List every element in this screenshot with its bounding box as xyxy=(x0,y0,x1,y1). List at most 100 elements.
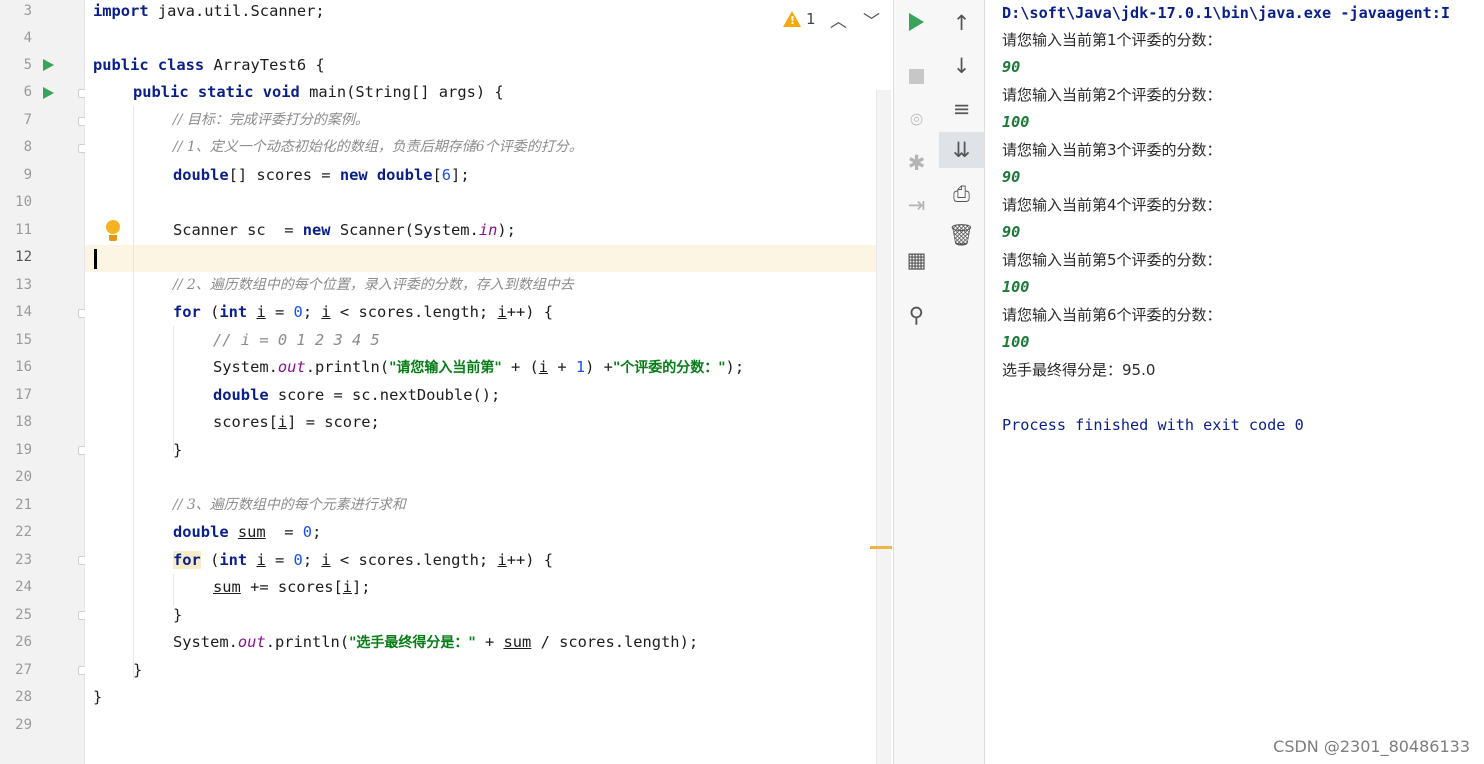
code-line-15: // i = 0 1 2 3 4 5 xyxy=(213,331,380,349)
run-toolbar-left: ⌾ ✱ ⇥ ▦ ⚲ xyxy=(893,0,940,764)
previous-highlight-icon[interactable]: ︿ xyxy=(830,7,847,32)
down-arrow-icon[interactable]: ↓ xyxy=(939,48,984,84)
code-token: in xyxy=(478,221,498,239)
line-number: 12 xyxy=(15,249,32,265)
code-token: int xyxy=(219,303,248,321)
trash-icon[interactable]: 🗑 xyxy=(939,217,984,253)
code-token: ( xyxy=(200,551,220,569)
code-token: public static void xyxy=(133,83,300,101)
code-token: ); xyxy=(725,358,745,376)
line-number: 15 xyxy=(15,332,32,348)
line-number: 19 xyxy=(15,442,32,458)
code-editor[interactable]: import java.util.Scanner; public class A… xyxy=(85,0,891,764)
code-token: += scores[ xyxy=(240,578,343,596)
code-token: ; xyxy=(302,303,322,321)
line-number: 13 xyxy=(15,277,32,293)
scroll-to-end-icon[interactable]: ⇊ xyxy=(939,132,984,168)
lightbulb-icon[interactable] xyxy=(106,220,120,234)
code-line-8: // 1、定义一个动态初始化的数组，负责后期存储6个评委的打分。 xyxy=(173,139,583,155)
code-line-23: for (int i = 0; i < scores.length; i++) … xyxy=(173,547,553,574)
code-line-13: // 2、遍历数组中的每个位置，录入评委的分数，存入到数组中去 xyxy=(173,277,574,293)
console-prompt: 请您输入当前第5个评委的分数： xyxy=(1002,251,1222,269)
code-token: ] = score; xyxy=(287,413,380,431)
code-token: i xyxy=(256,551,266,569)
code-token: .println( xyxy=(265,633,350,651)
code-token: System. xyxy=(173,633,238,651)
console-prompt: 请您输入当前第6个评委的分数： xyxy=(1002,306,1222,324)
play-icon xyxy=(909,13,924,31)
line-number: 5 xyxy=(23,57,32,73)
soft-wrap-icon[interactable]: ≡ xyxy=(939,91,984,127)
code-token: i xyxy=(321,551,331,569)
code-token: ( xyxy=(200,303,220,321)
code-line-6: public static void main(String[] args) { xyxy=(133,79,504,106)
line-number: 28 xyxy=(15,689,32,705)
code-line-17: double score = sc.nextDouble(); xyxy=(213,382,500,409)
code-token: i xyxy=(497,303,507,321)
pin-icon[interactable]: ⚲ xyxy=(894,297,939,333)
indent-guide xyxy=(133,106,134,680)
code-line-19: } xyxy=(173,441,183,459)
editor-gutter: 3 4 5 6 7 8 9 10 11 12 13 14 15 16 17 18… xyxy=(0,0,87,764)
indent-guide xyxy=(173,326,174,452)
next-highlight-icon[interactable]: ﹀ xyxy=(863,7,880,32)
code-token: i xyxy=(277,413,288,431)
line-number: 27 xyxy=(15,662,32,678)
code-token: [] scores = xyxy=(228,166,340,184)
code-token: < scores.length; xyxy=(330,551,498,569)
rerun-icon[interactable] xyxy=(894,4,939,40)
code-token: + ( xyxy=(501,358,539,376)
code-token: 0 xyxy=(302,523,313,541)
code-token: new double xyxy=(339,166,433,184)
run-console[interactable]: D:\soft\Java\jdk-17.0.1\bin\java.exe -ja… xyxy=(985,0,1484,764)
stop-square-icon xyxy=(909,68,924,84)
print-icon[interactable]: ⎙ xyxy=(939,176,984,212)
debug-icon[interactable]: ✱ xyxy=(894,145,939,181)
line-number: 8 xyxy=(23,139,32,155)
editor-scrollbar[interactable] xyxy=(876,90,891,764)
text-caret xyxy=(94,249,97,269)
run-main-icon[interactable] xyxy=(43,87,54,99)
code-token: i xyxy=(342,578,353,596)
console-input: 100 xyxy=(1002,278,1030,296)
stop-icon[interactable] xyxy=(894,58,939,94)
console-input: 100 xyxy=(1002,113,1030,131)
line-number: 14 xyxy=(15,304,32,320)
code-token: scores[ xyxy=(213,413,278,431)
code-token: sum xyxy=(503,633,532,651)
line-number: 4 xyxy=(23,30,32,46)
code-token: sum xyxy=(237,523,266,541)
code-line-11: Scanner sc = new Scanner(System.in); xyxy=(173,217,516,244)
code-token: 0 xyxy=(293,303,303,321)
warning-count[interactable]: 1 xyxy=(806,10,816,28)
exit-icon[interactable]: ⇥ xyxy=(894,187,939,223)
code-token: 1 xyxy=(575,358,586,376)
line-number: 20 xyxy=(15,469,32,485)
code-line-24: sum += scores[i]; xyxy=(213,574,371,601)
scrollbar-marker[interactable] xyxy=(870,546,892,549)
code-token: ArrayTest6 { xyxy=(204,56,325,74)
code-token: out xyxy=(277,358,306,376)
run-class-icon[interactable] xyxy=(43,59,54,71)
camera-icon[interactable]: ⌾ xyxy=(894,102,939,138)
code-token: [ xyxy=(432,166,442,184)
code-token: public class xyxy=(93,56,205,74)
code-token: ); xyxy=(497,221,516,239)
code-token: = xyxy=(265,303,294,321)
up-arrow-icon[interactable]: ↑ xyxy=(939,5,984,41)
code-token: + xyxy=(548,358,576,376)
code-token: System. xyxy=(213,358,278,376)
code-token: java.util.Scanner; xyxy=(148,2,325,20)
code-token: ; xyxy=(302,551,322,569)
console-input: 90 xyxy=(1002,223,1021,241)
console-input: 90 xyxy=(1002,58,1021,76)
code-line-26: System.out.println("选手最终得分是：" + sum / sc… xyxy=(173,629,698,656)
console-command: D:\soft\Java\jdk-17.0.1\bin\java.exe -ja… xyxy=(1002,4,1451,22)
code-token: double xyxy=(173,166,229,184)
code-token: / scores.length); xyxy=(531,633,699,651)
code-token: ++) { xyxy=(506,551,554,569)
code-line-22: double sum = 0; xyxy=(173,519,321,546)
code-token: out xyxy=(237,633,266,651)
layout-icon[interactable]: ▦ xyxy=(894,242,939,278)
